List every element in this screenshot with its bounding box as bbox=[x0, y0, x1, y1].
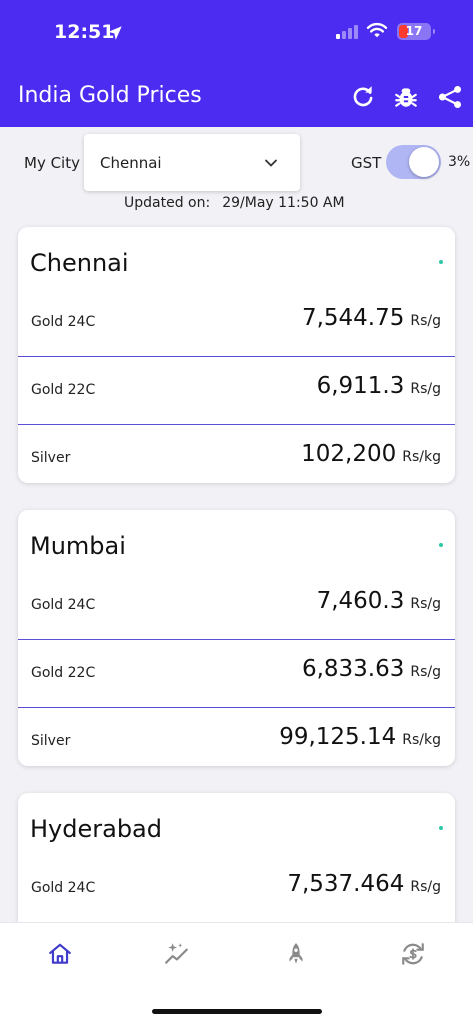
price-row: Gold 24C 7,544.75 Rs/g bbox=[18, 289, 455, 357]
price-unit: Rs/g bbox=[410, 664, 441, 680]
wifi-icon bbox=[366, 22, 388, 38]
price-row: Gold 22C 6,833.63 Rs/g bbox=[18, 640, 455, 708]
price-unit: Rs/g bbox=[410, 879, 441, 895]
city-card-chennai: Chennai Gold 24C 7,544.75 Rs/g Gold 22C 6… bbox=[18, 227, 455, 483]
city-dropdown[interactable]: Chennai bbox=[84, 134, 300, 191]
metal-name: Gold 22C bbox=[31, 382, 96, 398]
home-indicator bbox=[152, 1009, 322, 1014]
refresh-icon[interactable] bbox=[350, 84, 376, 110]
card-title: Mumbai bbox=[30, 532, 126, 560]
price-value: 6,833.63 bbox=[301, 656, 405, 682]
city-card-mumbai: Mumbai Gold 24C 7,460.3 Rs/g Gold 22C 6,8… bbox=[18, 510, 455, 766]
app-bar: 12:51 17 India Gold Prices bbox=[0, 0, 473, 127]
gst-toggle[interactable] bbox=[386, 145, 441, 179]
metal-name: Silver bbox=[31, 450, 71, 466]
status-bar: 12:51 17 bbox=[0, 18, 473, 48]
status-dot-icon bbox=[439, 826, 443, 830]
sparkle-chart-icon[interactable] bbox=[164, 941, 190, 967]
price-value: 7,544.75 bbox=[301, 305, 405, 331]
updated-value: 29/May 11:50 AM bbox=[222, 195, 345, 211]
price-value: 7,537.464 bbox=[287, 871, 405, 897]
card-title: Chennai bbox=[30, 249, 129, 277]
price-row: Gold 22C 6,911.3 Rs/g bbox=[18, 357, 455, 425]
price-unit: Rs/g bbox=[410, 596, 441, 612]
gst-toggle-knob bbox=[409, 147, 439, 177]
status-dot-icon bbox=[439, 543, 443, 547]
updated-label: Updated on: bbox=[124, 195, 211, 211]
gst-label: GST bbox=[351, 154, 382, 172]
metal-name: Gold 24C bbox=[31, 880, 96, 896]
city-card-hyderabad: Hyderabad Gold 24C 7,537.464 Rs/g bbox=[18, 793, 455, 933]
page-title: India Gold Prices bbox=[18, 83, 202, 108]
price-value: 7,460.3 bbox=[316, 588, 405, 614]
price-value: 102,200 bbox=[301, 441, 397, 467]
price-unit: Rs/kg bbox=[402, 732, 441, 748]
location-arrow-icon bbox=[108, 26, 122, 40]
updated-timestamp: Updated on: 29/May 11:50 AM bbox=[124, 195, 345, 211]
metal-name: Gold 24C bbox=[31, 597, 96, 613]
battery-icon: 17 bbox=[397, 23, 435, 40]
price-unit: Rs/g bbox=[410, 381, 441, 397]
price-value: 99,125.14 bbox=[279, 724, 397, 750]
chevron-down-icon bbox=[265, 159, 277, 167]
city-dropdown-value: Chennai bbox=[100, 154, 162, 172]
city-label: My City bbox=[24, 154, 80, 172]
metal-name: Gold 22C bbox=[31, 665, 96, 681]
price-unit: Rs/kg bbox=[402, 449, 441, 465]
price-value: 6,911.3 bbox=[316, 373, 405, 399]
status-dot-icon bbox=[439, 260, 443, 264]
battery-level: 17 bbox=[405, 24, 423, 38]
card-title: Hyderabad bbox=[30, 815, 162, 843]
cellular-signal-icon bbox=[336, 25, 358, 39]
rocket-icon[interactable] bbox=[283, 941, 309, 967]
gst-percent: 3% bbox=[448, 154, 471, 170]
price-unit: Rs/g bbox=[410, 313, 441, 329]
metal-name: Gold 24C bbox=[31, 314, 96, 330]
bug-icon[interactable] bbox=[393, 84, 419, 110]
price-row: Gold 24C 7,460.3 Rs/g bbox=[18, 572, 455, 640]
currency-exchange-icon[interactable] bbox=[400, 941, 426, 967]
home-icon[interactable] bbox=[47, 941, 73, 967]
price-row: Gold 24C 7,537.464 Rs/g bbox=[18, 855, 455, 923]
share-icon[interactable] bbox=[437, 84, 463, 110]
price-row: Silver 102,200 Rs/kg bbox=[18, 425, 455, 483]
price-row: Silver 99,125.14 Rs/kg bbox=[18, 708, 455, 766]
metal-name: Silver bbox=[31, 733, 71, 749]
